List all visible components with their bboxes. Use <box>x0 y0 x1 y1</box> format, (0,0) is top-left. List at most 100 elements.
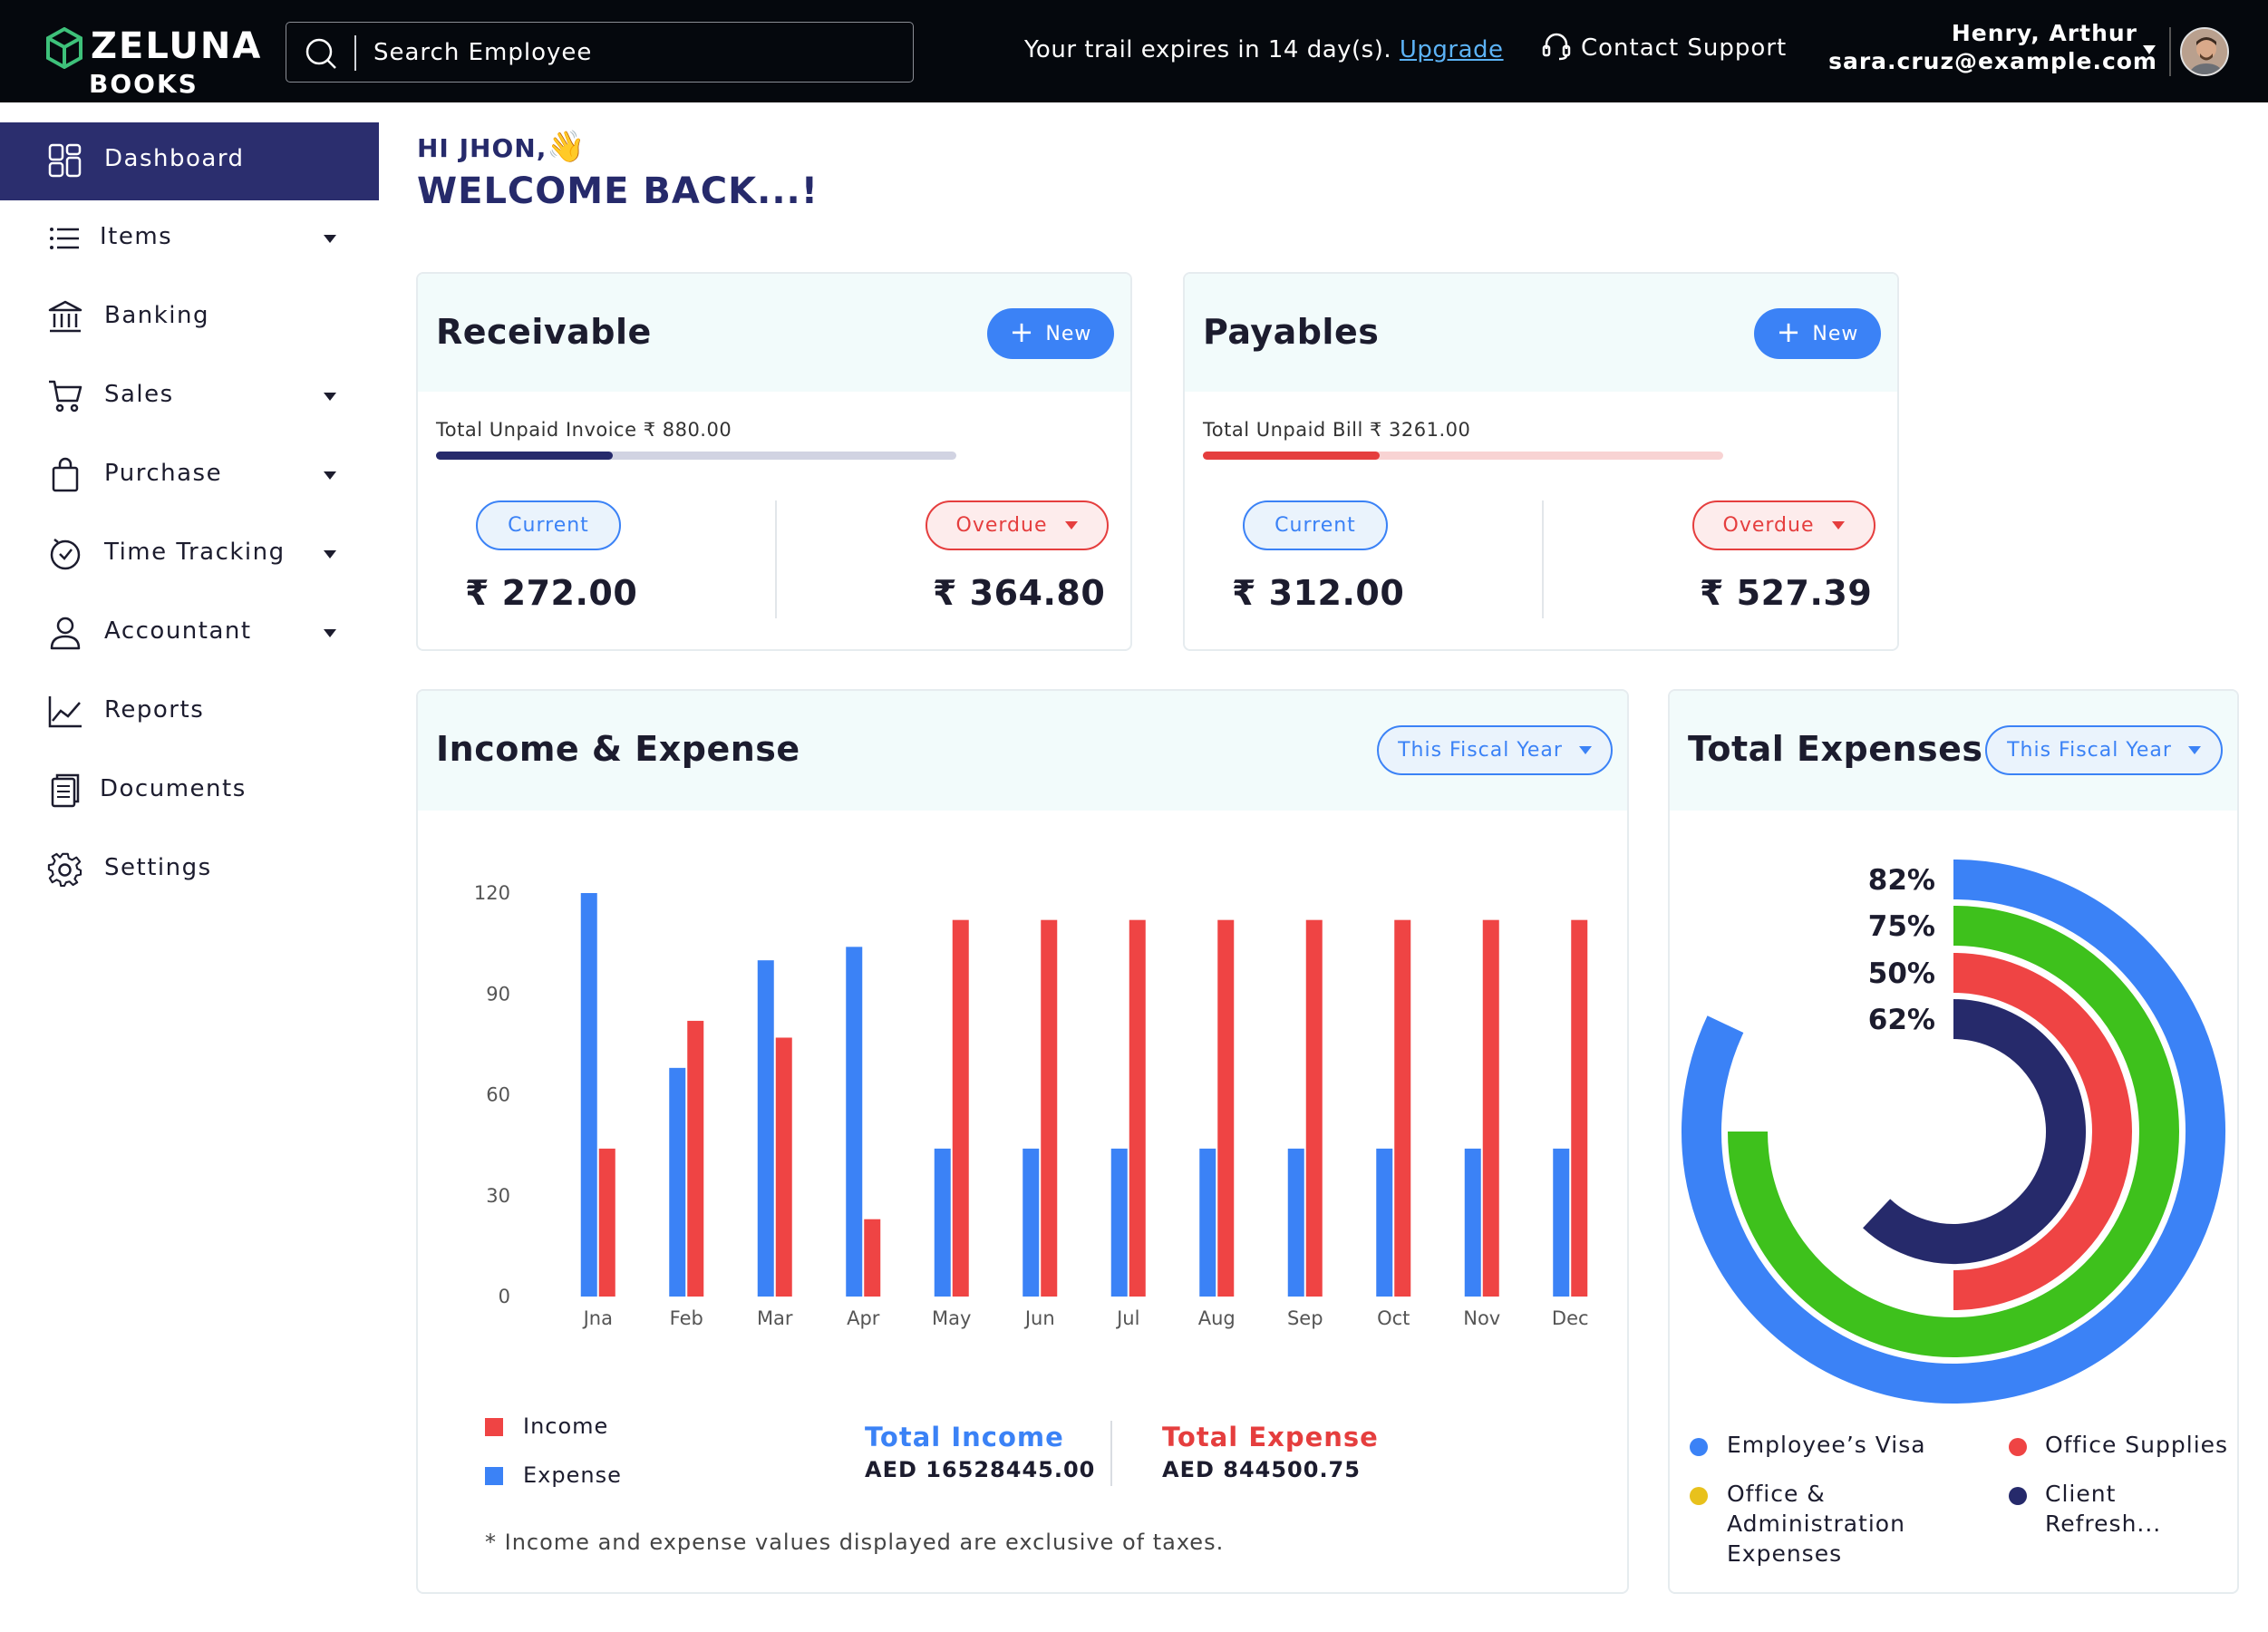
avatar-image <box>2182 29 2227 74</box>
income-bar[interactable] <box>1394 919 1411 1297</box>
expense-bar[interactable] <box>1199 1148 1216 1297</box>
sidebar-item-sales[interactable]: Sales <box>0 358 379 436</box>
overdue-amount: ₹ 527.39 <box>1700 573 1873 613</box>
income-bar[interactable] <box>864 1219 881 1297</box>
document-icon <box>51 773 80 808</box>
sidebar-item-banking[interactable]: Banking <box>0 279 379 357</box>
sidebar-item-accountant[interactable]: Accountant <box>0 595 379 673</box>
income-bar[interactable] <box>952 919 969 1297</box>
income-bar[interactable] <box>775 1037 792 1297</box>
y-tick-label: 90 <box>486 983 510 1005</box>
expense-bar[interactable] <box>846 947 863 1297</box>
chevron-down-icon[interactable] <box>2143 45 2156 54</box>
x-tick-label: Nov <box>1463 1307 1500 1329</box>
top-bar: ZELUNA BOOKS Your trail expires in 14 da… <box>0 0 2268 102</box>
chevron-down-icon <box>324 393 336 401</box>
expense-bar[interactable] <box>1464 1148 1481 1297</box>
expense-bar[interactable] <box>1110 1148 1128 1297</box>
sidebar-item-reports[interactable]: Reports <box>0 674 379 752</box>
income-legend-swatch <box>485 1418 503 1436</box>
income-bar[interactable] <box>598 1148 615 1297</box>
income-bar[interactable] <box>1217 919 1235 1297</box>
total-expense-label: Total Expense <box>1162 1422 1379 1452</box>
new-receivable-button[interactable]: + New <box>987 308 1114 359</box>
progress-fill <box>1203 452 1381 460</box>
current-filter[interactable]: Current <box>1243 500 1388 550</box>
ring-percent-label: 62% <box>1868 1004 1935 1036</box>
sidebar-item-label: Items <box>100 223 173 250</box>
income-bar[interactable] <box>687 1020 704 1297</box>
sidebar-item-label: Sales <box>104 381 174 408</box>
sidebar-item-label: Banking <box>104 302 210 329</box>
income-bar[interactable] <box>1305 919 1323 1297</box>
income-bar[interactable] <box>1129 919 1146 1297</box>
sidebar-item-label: Accountant <box>104 617 252 645</box>
current-filter[interactable]: Current <box>476 500 621 550</box>
x-tick-label: Sep <box>1287 1307 1323 1329</box>
new-payable-button[interactable]: + New <box>1754 308 1881 359</box>
chevron-down-icon <box>324 550 336 559</box>
x-tick-label: Jna <box>582 1307 613 1329</box>
expense-bar[interactable] <box>757 960 774 1297</box>
welcome-title: WELCOME BACK...! <box>417 170 819 212</box>
dropdown-label: This Fiscal Year <box>1398 739 1563 762</box>
card-title: Total Expenses <box>1688 729 1983 769</box>
expense-bar[interactable] <box>669 1067 686 1297</box>
search-divider <box>354 35 356 71</box>
chevron-down-icon <box>324 629 336 637</box>
receivable-card: Receivable + New Total Unpaid Invoice ₹ 8… <box>416 272 1132 651</box>
expense-bar[interactable] <box>580 893 597 1297</box>
logo[interactable]: ZELUNA BOOKS <box>45 24 260 99</box>
avatar[interactable] <box>2180 27 2229 76</box>
sidebar-item-label: Documents <box>100 775 247 802</box>
plus-icon: + <box>1776 315 1802 349</box>
total-expense-value: AED 844500.75 <box>1162 1457 1361 1482</box>
expense-ring[interactable] <box>1863 999 2086 1264</box>
current-amount: ₹ 312.00 <box>1232 573 1405 613</box>
expense-bar[interactable] <box>934 1148 951 1297</box>
sidebar-item-label: Time Tracking <box>104 539 286 566</box>
sidebar-item-items[interactable]: Items <box>0 200 379 278</box>
user-icon <box>50 617 81 650</box>
income-bar[interactable] <box>1571 919 1588 1297</box>
tax-note: * Income and expense values displayed ar… <box>485 1530 1225 1555</box>
sidebar-item-dashboard[interactable]: Dashboard <box>0 122 379 200</box>
sidebar-item-documents[interactable]: Documents <box>0 753 379 831</box>
user-menu[interactable]: Henry, Arthur sara.cruz@example.com <box>1828 20 2157 74</box>
button-label: New <box>1812 322 1859 345</box>
fiscal-year-dropdown[interactable]: This Fiscal Year <box>1377 725 1613 775</box>
expense-bar[interactable] <box>1023 1148 1040 1297</box>
unpaid-progress-bar <box>1203 452 1723 460</box>
sidebar-item-label: Dashboard <box>104 145 245 172</box>
expense-bar[interactable] <box>1287 1148 1304 1297</box>
sidebar-item-time-tracking[interactable]: Time Tracking <box>0 516 379 594</box>
upgrade-link[interactable]: Upgrade <box>1400 36 1504 63</box>
unpaid-total: Total Unpaid Bill ₹ 3261.00 <box>1203 419 1471 441</box>
trial-notice: Your trail expires in 14 day(s). Upgrade <box>1024 36 1504 63</box>
ring-percent-label: 82% <box>1868 864 1935 897</box>
sidebar: Dashboard Items Banking Sales Purchase T… <box>0 102 379 1632</box>
legend-label: Office & Administration Expenses <box>1727 1481 1905 1567</box>
sidebar-item-label: Purchase <box>104 460 223 487</box>
brand-sub: BOOKS <box>89 69 199 99</box>
search-input[interactable] <box>373 32 881 73</box>
wave-emoji: 👋 <box>547 129 586 165</box>
expense-bar[interactable] <box>1553 1148 1570 1297</box>
overdue-filter[interactable]: Overdue <box>1692 500 1875 550</box>
search-box[interactable] <box>286 22 914 83</box>
card-title: Income & Expense <box>436 729 800 769</box>
sidebar-item-settings[interactable]: Settings <box>0 831 379 909</box>
contact-support-button[interactable]: Contact Support <box>1541 33 1787 62</box>
fiscal-year-dropdown[interactable]: This Fiscal Year <box>1985 725 2223 775</box>
expense-bar[interactable] <box>1376 1148 1393 1297</box>
income-bar[interactable] <box>1041 919 1058 1297</box>
dashboard-icon <box>48 143 82 178</box>
legend-dot <box>2009 1487 2027 1505</box>
income-bar[interactable] <box>1482 919 1499 1297</box>
x-tick-label: May <box>932 1307 971 1329</box>
cube-logo-icon <box>46 27 82 69</box>
overdue-filter[interactable]: Overdue <box>926 500 1109 550</box>
legend-dot <box>1690 1487 1708 1505</box>
gear-icon <box>47 852 82 888</box>
sidebar-item-purchase[interactable]: Purchase <box>0 437 379 515</box>
